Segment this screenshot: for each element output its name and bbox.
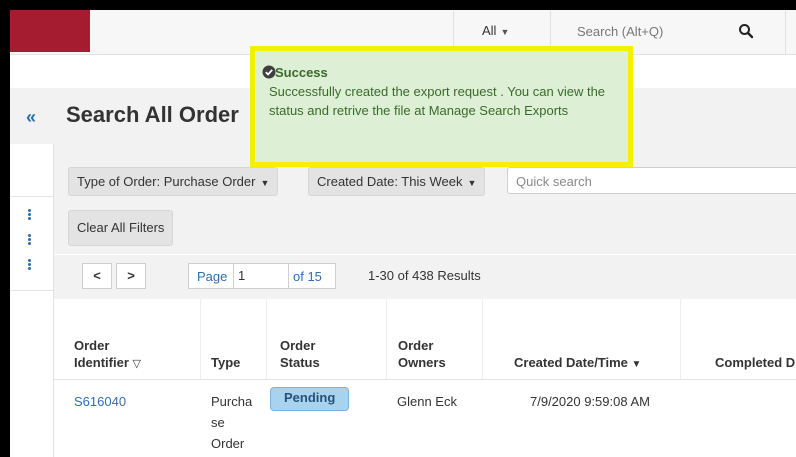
column-divider bbox=[482, 299, 483, 379]
pagination-bar: < > Page 1 of 15 1-30 of 438 Results bbox=[54, 255, 796, 300]
page-title: Search All Order bbox=[66, 102, 239, 127]
sort-filter-icon[interactable]: ▽ bbox=[133, 358, 141, 370]
success-toast: Success Successfully created the export … bbox=[250, 46, 633, 167]
column-header-created-date[interactable]: Created Date/Time ▼ bbox=[514, 354, 641, 373]
created-date-filter-label: Created Date: This Week bbox=[317, 174, 463, 189]
results-count: 1-30 of 438 Results bbox=[368, 268, 481, 283]
row-menu-icon[interactable] bbox=[26, 208, 32, 221]
order-type-cell: Purcha se Order bbox=[211, 391, 252, 454]
search-scope-label: All bbox=[482, 23, 497, 38]
column-divider bbox=[386, 299, 387, 379]
page-selector: Page 1 of 15 bbox=[188, 263, 336, 289]
quick-search-input[interactable]: Quick search bbox=[507, 167, 796, 194]
divider bbox=[10, 196, 53, 197]
search-scope-dropdown[interactable]: All ▼ bbox=[482, 23, 509, 38]
column-header-completed-date[interactable]: Completed D bbox=[715, 354, 795, 371]
column-header-text: Identifier bbox=[74, 355, 129, 370]
created-date-cell: 7/9/2020 9:59:08 AM bbox=[530, 394, 650, 409]
caret-down-icon: ▼ bbox=[500, 27, 510, 37]
column-divider bbox=[266, 299, 267, 379]
page-label: Page bbox=[197, 269, 228, 284]
row-menu-icon[interactable] bbox=[26, 258, 32, 271]
column-header-text: Created Date/Time bbox=[514, 355, 628, 370]
column-divider bbox=[200, 299, 201, 379]
page-number-input[interactable]: 1 bbox=[233, 264, 289, 288]
page-count: of 15 bbox=[293, 269, 322, 284]
divider bbox=[785, 10, 786, 54]
column-header-order-status[interactable]: Order Status bbox=[280, 337, 320, 371]
clear-all-filters-button[interactable]: Clear All Filters bbox=[68, 210, 174, 246]
order-type-text: Order bbox=[211, 436, 245, 451]
column-header-type[interactable]: Type bbox=[211, 354, 240, 371]
caret-down-icon: ▼ bbox=[467, 178, 477, 188]
type-of-order-filter-label: Type of Order: Purchase Order bbox=[77, 174, 256, 189]
toast-message: Successfully created the export request … bbox=[269, 84, 606, 118]
column-header-order-identifier[interactable]: Order Identifier ▽ bbox=[74, 337, 141, 373]
order-type-text: Purcha bbox=[211, 394, 253, 409]
type-of-order-filter[interactable]: Type of Order: Purchase Order ▼ bbox=[68, 167, 279, 196]
sort-descending-icon[interactable]: ▼ bbox=[632, 359, 642, 370]
row-actions-column bbox=[10, 144, 54, 457]
next-page-button[interactable]: > bbox=[116, 263, 146, 289]
status-badge: Pending bbox=[270, 387, 350, 411]
order-type-text: se bbox=[211, 415, 225, 430]
column-header-order-owners[interactable]: Order Owners bbox=[398, 337, 446, 371]
brand-logo[interactable] bbox=[10, 10, 90, 52]
column-header-text: Order bbox=[280, 338, 316, 353]
column-divider bbox=[680, 299, 681, 379]
table-header: Order Identifier ▽ Type Order Status Ord… bbox=[54, 299, 796, 380]
search-icon[interactable] bbox=[738, 23, 754, 39]
column-header-text: Status bbox=[280, 355, 320, 370]
divider bbox=[10, 290, 53, 291]
previous-page-button[interactable]: < bbox=[82, 263, 112, 289]
app-frame: All ▼ Search (Alt+Q) « Search All Order T… bbox=[10, 10, 796, 457]
column-header-text: Order bbox=[398, 338, 434, 353]
order-identifier-link[interactable]: S616040 bbox=[74, 391, 126, 412]
column-header-text: Owners bbox=[398, 355, 446, 370]
row-menu-icon[interactable] bbox=[26, 233, 32, 246]
order-owner-cell: Glenn Eck bbox=[397, 394, 457, 409]
table-row[interactable]: S616040 Purcha se Order Pending Glenn Ec… bbox=[54, 380, 796, 457]
toast-title: Success bbox=[275, 65, 328, 80]
global-search-input[interactable]: Search (Alt+Q) bbox=[577, 24, 663, 39]
caret-down-icon: ▼ bbox=[260, 178, 270, 188]
created-date-filter[interactable]: Created Date: This Week ▼ bbox=[308, 167, 486, 196]
check-circle-icon bbox=[262, 65, 276, 79]
collapse-sidebar-icon[interactable]: « bbox=[26, 107, 36, 128]
column-header-text: Order bbox=[74, 338, 110, 353]
